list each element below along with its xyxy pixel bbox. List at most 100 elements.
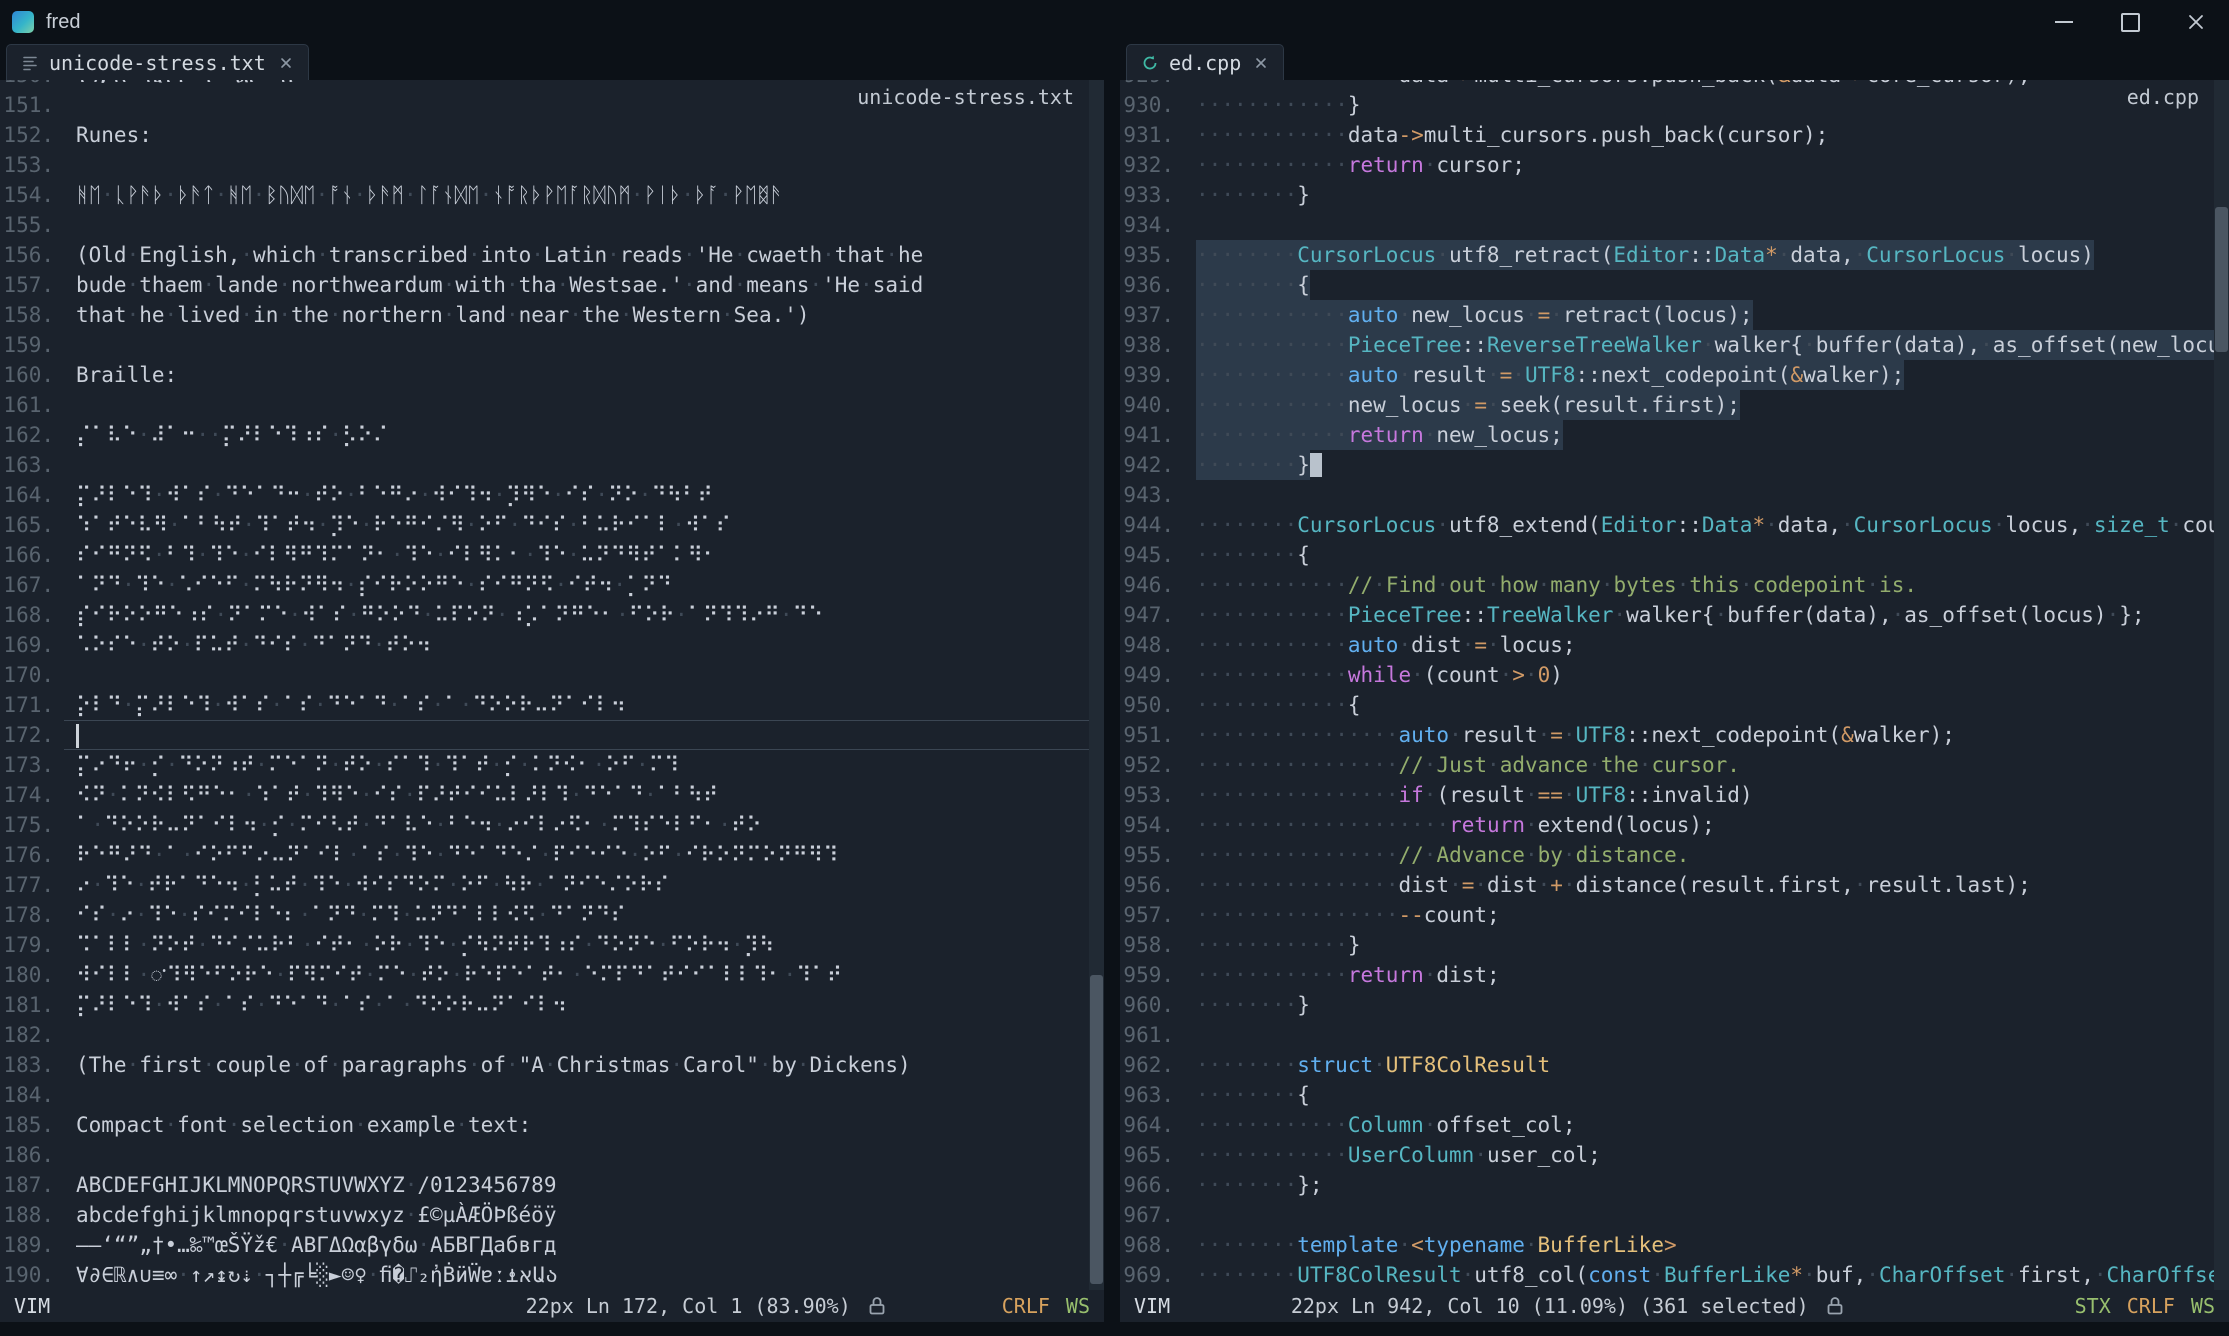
whitespace-dot: · bbox=[569, 303, 582, 327]
pane-divider[interactable] bbox=[1104, 44, 1120, 1322]
tab-close-icon[interactable] bbox=[278, 55, 294, 71]
vertical-scrollbar-left[interactable] bbox=[1089, 80, 1104, 1290]
whitespace-dot: · bbox=[1196, 453, 1209, 477]
whitespace-dot: · bbox=[1525, 303, 1538, 327]
whitespace-dot: · bbox=[1272, 363, 1285, 387]
whitespace-dot: · bbox=[107, 783, 120, 807]
line-number: 961. bbox=[1120, 1020, 1184, 1050]
line-text: ············auto·dist·=·locus; bbox=[1184, 630, 2214, 660]
line-text: ············} bbox=[1184, 930, 2214, 960]
line-text bbox=[64, 450, 1089, 480]
whitespace-dot: · bbox=[214, 603, 227, 627]
whitespace-dot: · bbox=[1361, 783, 1374, 807]
whitespace-dot: · bbox=[1259, 1173, 1272, 1197]
whitespace-dot: · bbox=[570, 783, 583, 807]
vertical-scrollbar-right[interactable] bbox=[2214, 80, 2229, 1290]
whitespace-dot: · bbox=[1702, 333, 1715, 357]
whitespace-dot: · bbox=[1272, 93, 1285, 117]
whitespace-dot: · bbox=[1247, 813, 1260, 837]
whitespace-dot: · bbox=[1285, 543, 1298, 567]
whitespace-dot: · bbox=[1221, 753, 1234, 777]
tab-ed-cpp[interactable]: ed.cpp bbox=[1126, 44, 1284, 80]
whitespace-dot: · bbox=[1297, 93, 1310, 117]
line-number: 188. bbox=[0, 1200, 64, 1230]
line-number: 180. bbox=[0, 960, 64, 990]
whitespace-dot: · bbox=[1247, 93, 1260, 117]
line-text: ················dist·=·dist·+·distance(r… bbox=[1184, 870, 2214, 900]
lock-icon[interactable] bbox=[1825, 1295, 1845, 1317]
whitespace-dot: · bbox=[583, 933, 596, 957]
whitespace-dot: · bbox=[240, 633, 253, 657]
line-text: ⠁⠝⠙·⠹⠑·⠡⠊⠑⠋·⠍⠳⠗⠝⠻⠲·⡎⠊⠗⠕⠕⠛⠑·⠎⠊⠛⠝⠫·⠊⠞⠲·⡁⠝⠙ bbox=[64, 570, 1089, 600]
whitespace-dot: · bbox=[1247, 1233, 1260, 1257]
close-button[interactable] bbox=[2163, 0, 2229, 44]
whitespace-dot: · bbox=[419, 483, 432, 507]
whitespace-dot: · bbox=[1272, 693, 1285, 717]
whitespace-dot: · bbox=[1221, 963, 1234, 987]
tab-unicode-stress-txt[interactable]: unicode-stress.txt bbox=[6, 44, 309, 80]
code-line: 955.················//·Advance·by·distan… bbox=[1120, 840, 2214, 870]
whitespace-dot: · bbox=[1221, 843, 1234, 867]
whitespace-dot: · bbox=[1209, 543, 1222, 567]
line-number: 181. bbox=[0, 990, 64, 1020]
whitespace-dot: · bbox=[1411, 663, 1424, 687]
lock-icon[interactable] bbox=[867, 1295, 887, 1317]
editor-left[interactable]: unicode-stress.txt 150.ተንጋሎ·ቢተፉ·ተመልሶ·ባፉ።… bbox=[0, 80, 1104, 1290]
code-line: 954.····················return·extend(lo… bbox=[1120, 810, 2214, 840]
whitespace-dot: · bbox=[1221, 423, 1234, 447]
whitespace-dot: · bbox=[1234, 663, 1247, 687]
scrollbar-thumb[interactable] bbox=[2215, 207, 2228, 352]
scrollbar-thumb[interactable] bbox=[1090, 975, 1103, 1284]
whitespace-dot: · bbox=[1310, 93, 1323, 117]
whitespace-dot: · bbox=[1247, 663, 1260, 687]
whitespace-dot: · bbox=[1234, 363, 1247, 387]
editor-right[interactable]: ed.cpp 929.················data->multi_c… bbox=[1120, 80, 2229, 1290]
whitespace-dot: · bbox=[493, 813, 506, 837]
tab-close-icon[interactable] bbox=[1253, 55, 1269, 71]
whitespace-dot: · bbox=[1373, 903, 1386, 927]
minimize-button[interactable] bbox=[2031, 0, 2097, 44]
whitespace-dot: · bbox=[1348, 783, 1361, 807]
whitespace-dot: · bbox=[1538, 573, 1551, 597]
line-text: (Old·English,·which·transcribed·into·Lat… bbox=[64, 240, 1089, 270]
code-line: 166.⠎⠊⠛⠝⠫·⠃⠹·⠹⠑·⠊⠇⠻⠛⠹⠍⠁⠝⠂·⠹⠑·⠊⠇⠻⠅⠂·⠹⠑·⠥⠝… bbox=[0, 540, 1089, 570]
whitespace-dot: · bbox=[202, 1053, 215, 1077]
whitespace-dot: · bbox=[1285, 963, 1298, 987]
whitespace-dot: · bbox=[1462, 633, 1475, 657]
whitespace-dot: · bbox=[432, 753, 445, 777]
whitespace-dot: · bbox=[1272, 753, 1285, 777]
whitespace-dot: · bbox=[135, 873, 148, 897]
whitespace-dot: · bbox=[1323, 903, 1336, 927]
whitespace-dot: · bbox=[1247, 543, 1260, 567]
whitespace-dot: · bbox=[1259, 1263, 1272, 1287]
whitespace-dot: · bbox=[1247, 1053, 1260, 1077]
line-text bbox=[64, 210, 1089, 240]
code-line: 174.⠪⠝·⠅⠝⠪⠇⠫⠛⠑⠂·⠱⠁⠞·⠹⠻⠑·⠊⠎·⠏⠜⠞⠊⠊⠥⠇⠜⠇⠹·⠙⠑… bbox=[0, 780, 1089, 810]
code-line: 962.········struct·UTF8ColResult bbox=[1120, 1050, 2214, 1080]
whitespace-dot: · bbox=[153, 993, 166, 1017]
whitespace-dot: · bbox=[1651, 1263, 1664, 1287]
whitespace-dot: · bbox=[317, 513, 330, 537]
whitespace-dot: · bbox=[1993, 513, 2006, 537]
whitespace-dot: · bbox=[364, 963, 377, 987]
whitespace-dot: · bbox=[1259, 123, 1272, 147]
whitespace-dot: · bbox=[1525, 783, 1538, 807]
maximize-button[interactable] bbox=[2097, 0, 2163, 44]
whitespace-dot: · bbox=[1259, 633, 1272, 657]
line-number: 934. bbox=[1120, 210, 1184, 240]
line-number: 154. bbox=[0, 180, 64, 210]
whitespace-dot: · bbox=[1348, 753, 1361, 777]
code-line: 964.············Column·offset_col; bbox=[1120, 1110, 2214, 1140]
line-text: ········template·<typename·BufferLike> bbox=[1184, 1230, 2214, 1260]
whitespace-dot: · bbox=[1436, 573, 1449, 597]
whitespace-dot: · bbox=[1310, 753, 1323, 777]
whitespace-dot: · bbox=[1335, 80, 1348, 87]
line-text: ⠱⠁⠞⠑⠧⠻·⠁⠃⠳⠞·⠹⠁⠞⠲·⡹⠑·⠗⠑⠛⠊⠌⠻·⠕⠋·⠙⠊⠎·⠃⠥⠗⠊⠁⠇… bbox=[64, 510, 1089, 540]
whitespace-dot: · bbox=[1272, 423, 1285, 447]
line-number: 935. bbox=[1120, 240, 1184, 270]
whitespace-dot: · bbox=[2094, 1263, 2107, 1287]
whitespace-dot: · bbox=[1234, 843, 1247, 867]
whitespace-dot: · bbox=[1259, 453, 1272, 477]
whitespace-dot: · bbox=[1487, 363, 1500, 387]
whitespace-dot: · bbox=[1272, 873, 1285, 897]
